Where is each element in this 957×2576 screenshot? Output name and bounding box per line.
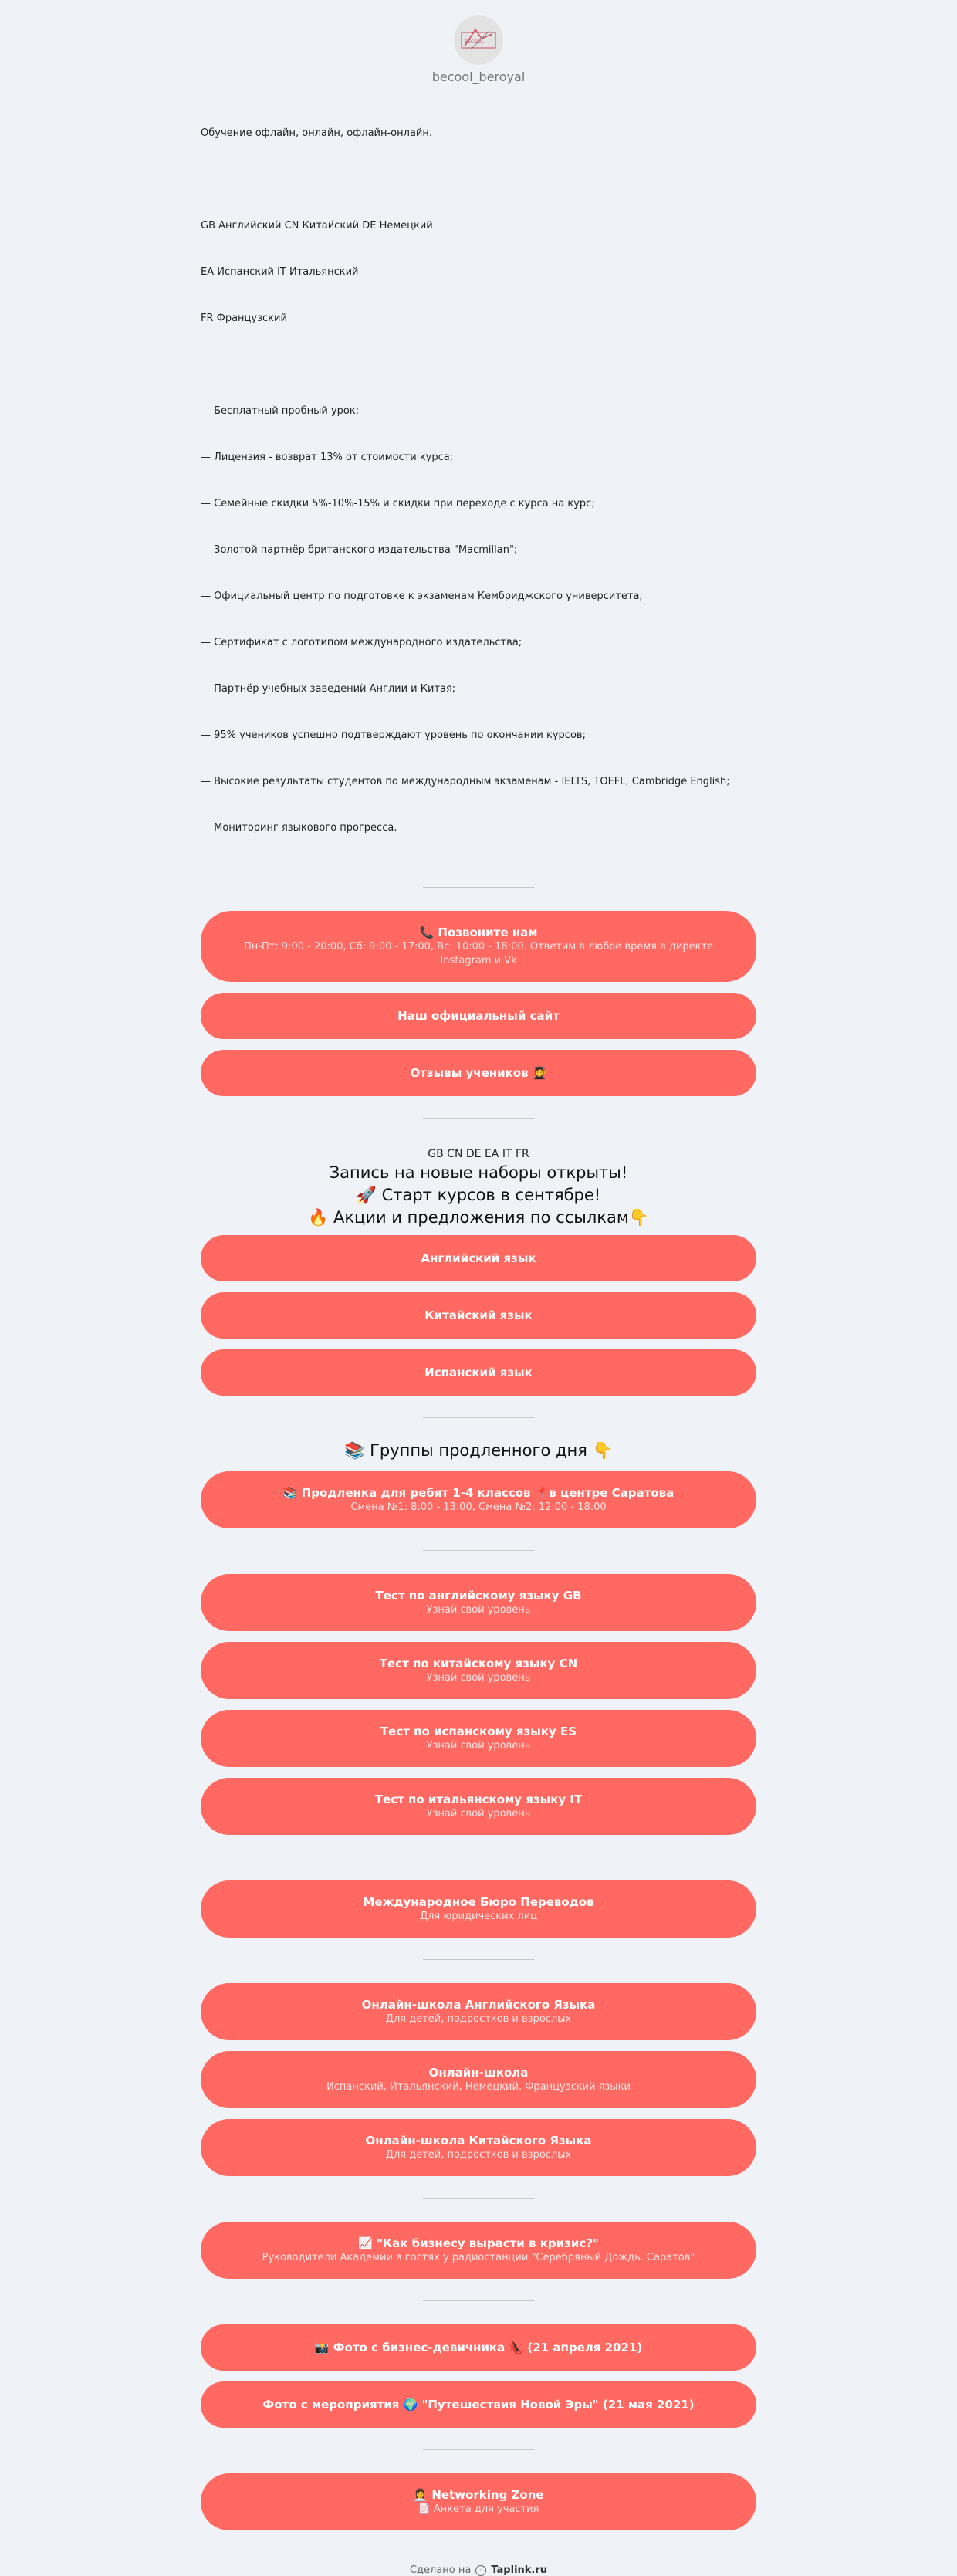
svg-text:BECOOL: BECOOL bbox=[465, 39, 485, 45]
chinese-test-button[interactable]: Тест по китайскому языку CN Узнай свой у… bbox=[201, 1642, 756, 1699]
networking-title: 👩‍💼 Networking Zone bbox=[413, 2488, 544, 2502]
logo-icon: BECOOL bbox=[461, 28, 496, 50]
photos-title: 📸 Фото с бизнес-девичника 👠 (21 апреля 2… bbox=[314, 2341, 643, 2354]
networking-subtitle: 📄 Анкета для участия bbox=[418, 2503, 539, 2515]
bio-languages-1: GB Английский CN Китайский DE Немецкий bbox=[201, 220, 433, 232]
bio-feature: — Лицензия - возврат 13% от стоимости ку… bbox=[201, 452, 454, 463]
taplink-icon: ◦ bbox=[475, 2564, 487, 2576]
website-button[interactable]: Наш официальный сайт bbox=[201, 993, 756, 1039]
groups-heading: 📚 Группы продленного дня 👇 bbox=[344, 1441, 613, 1460]
english-course-title: Английский язык bbox=[421, 1251, 536, 1265]
avatar[interactable]: BECOOL bbox=[454, 15, 503, 65]
online-english-button[interactable]: Онлайн-школа Английского Языка Для детей… bbox=[201, 1983, 756, 2040]
bio-languages-2: EA Испанский IT Итальянский bbox=[201, 266, 359, 278]
english-course-button[interactable]: Английский язык bbox=[201, 1235, 756, 1281]
footer-brand: Taplink.ru bbox=[491, 2564, 548, 2576]
translation-subtitle: Для юридических лиц bbox=[419, 1911, 538, 1922]
italian-test-button[interactable]: Тест по итальянскому языку IT Узнай свой… bbox=[201, 1778, 756, 1835]
bio-text: Обучение офлайн, онлайн, офлайн-онлайн. … bbox=[201, 95, 756, 867]
bio-intro: Обучение офлайн, онлайн, офлайн-онлайн. bbox=[201, 127, 432, 139]
call-button-title: 📞 Позвоните нам bbox=[419, 926, 538, 939]
website-button-title: Наш официальный сайт bbox=[397, 1009, 560, 1023]
bio-languages-3: FR Французский bbox=[201, 313, 287, 324]
afterschool-subtitle: Смена №1: 8:00 - 13:00, Смена №2: 12:00 … bbox=[350, 1501, 607, 1513]
online-school-subtitle: Для детей, подростков и взрослых bbox=[385, 2013, 572, 2025]
test-title: Тест по итальянскому языку IT bbox=[374, 1792, 583, 1806]
test-title: Тест по китайскому языку CN bbox=[379, 1657, 578, 1671]
username: becool_beroyal bbox=[431, 69, 526, 84]
bio-feature: — Бесплатный пробный урок; bbox=[201, 405, 360, 417]
test-subtitle: Узнай свой уровень bbox=[426, 1604, 531, 1616]
call-button[interactable]: 📞 Позвоните нам Пн-Пт: 9:00 - 20:00, Сб:… bbox=[201, 911, 756, 982]
chinese-course-title: Китайский язык bbox=[424, 1308, 533, 1322]
bio-feature: — Золотой партнёр британского издательст… bbox=[201, 544, 518, 556]
radio-interview-button[interactable]: 📈 "Как бизнесу вырасти в кризис?" Руково… bbox=[201, 2222, 756, 2279]
chinese-course-button[interactable]: Китайский язык bbox=[201, 1292, 756, 1339]
afterschool-button[interactable]: 📚 Продленка для ребят 1-4 классов 📍в цен… bbox=[201, 1471, 756, 1528]
online-school-title: Онлайн-школа Английского Языка bbox=[361, 1998, 596, 2012]
reviews-button[interactable]: Отзывы учеников 👩‍🎓 bbox=[201, 1050, 756, 1096]
test-subtitle: Узнай свой уровень bbox=[426, 1672, 531, 1684]
online-school-button[interactable]: Онлайн-школа Испанский, Итальянский, Нем… bbox=[201, 2051, 756, 2108]
course-start-heading: 🚀 Старт курсов в сентябре! bbox=[356, 1186, 601, 1204]
bio-feature: — 95% учеников успешно подтверждают уров… bbox=[201, 729, 586, 741]
test-title: Тест по испанскому языку ES bbox=[380, 1725, 577, 1738]
translation-bureau-button[interactable]: Международное Бюро Переводов Для юридиче… bbox=[201, 1880, 756, 1938]
online-school-title: Онлайн-школа Китайского Языка bbox=[365, 2134, 592, 2148]
radio-title: 📈 "Как бизнесу вырасти в кризис?" bbox=[358, 2236, 599, 2250]
bio-feature: — Высокие результаты студентов по междун… bbox=[201, 776, 730, 787]
english-test-button[interactable]: Тест по английскому языку GB Узнай свой … bbox=[201, 1574, 756, 1631]
bio-feature: — Мониторинг языкового прогресса. bbox=[201, 822, 397, 834]
spanish-test-button[interactable]: Тест по испанскому языку ES Узнай свой у… bbox=[201, 1710, 756, 1767]
footer-prefix: Сделано на bbox=[409, 2564, 472, 2576]
bio-feature: — Сертификат с логотипом международного … bbox=[201, 637, 522, 648]
test-subtitle: Узнай свой уровень bbox=[426, 1808, 531, 1819]
spanish-course-button[interactable]: Испанский язык bbox=[201, 1349, 756, 1396]
radio-subtitle: Руководители Академии в гостях у радиост… bbox=[262, 2252, 695, 2263]
online-school-subtitle: Испанский, Итальянский, Немецкий, Францу… bbox=[326, 2081, 631, 2093]
promo-heading: 🔥 Акции и предложения по ссылкам👇 bbox=[308, 1208, 649, 1227]
afterschool-title: 📚 Продленка для ребят 1-4 классов 📍в цен… bbox=[282, 1486, 675, 1500]
bio-feature: — Официальный центр по подготовке к экза… bbox=[201, 591, 643, 602]
online-school-subtitle: Для детей, подростков и взрослых bbox=[385, 2149, 572, 2161]
call-button-subtitle: Пн-Пт: 9:00 - 20:00, Сб: 9:00 - 17:00, В… bbox=[243, 941, 714, 966]
footer[interactable]: Сделано на ◦ Taplink.ru bbox=[201, 2564, 756, 2576]
reviews-button-title: Отзывы учеников 👩‍🎓 bbox=[410, 1066, 547, 1080]
bio-feature: — Семейные скидки 5%-10%-15% и скидки пр… bbox=[201, 498, 595, 509]
spanish-course-title: Испанский язык bbox=[424, 1366, 533, 1379]
travel-event-photos-button[interactable]: Фото с мероприятия 🌍 "Путешествия Новой … bbox=[201, 2381, 756, 2428]
online-chinese-button[interactable]: Онлайн-школа Китайского Языка Для детей,… bbox=[201, 2119, 756, 2176]
flags-line: GB CN DE EA IT FR bbox=[428, 1148, 529, 1160]
enrollment-heading: Запись на новые наборы открыты! bbox=[329, 1163, 628, 1182]
page: BECOOL becool_beroyal Обучение офлайн, о… bbox=[201, 0, 756, 2576]
profile-header: BECOOL becool_beroyal bbox=[201, 0, 756, 84]
test-subtitle: Узнай свой уровень bbox=[426, 1740, 531, 1752]
translation-title: Международное Бюро Переводов bbox=[363, 1895, 594, 1909]
online-school-title: Онлайн-школа bbox=[428, 2066, 529, 2080]
bio-feature: — Партнёр учебных заведений Англии и Кит… bbox=[201, 683, 456, 695]
photos-title: Фото с мероприятия 🌍 "Путешествия Новой … bbox=[262, 2398, 695, 2412]
networking-zone-button[interactable]: 👩‍💼 Networking Zone 📄 Анкета для участия bbox=[201, 2473, 756, 2530]
test-title: Тест по английскому языку GB bbox=[375, 1589, 582, 1603]
business-party-photos-button[interactable]: 📸 Фото с бизнес-девичника 👠 (21 апреля 2… bbox=[201, 2324, 756, 2371]
